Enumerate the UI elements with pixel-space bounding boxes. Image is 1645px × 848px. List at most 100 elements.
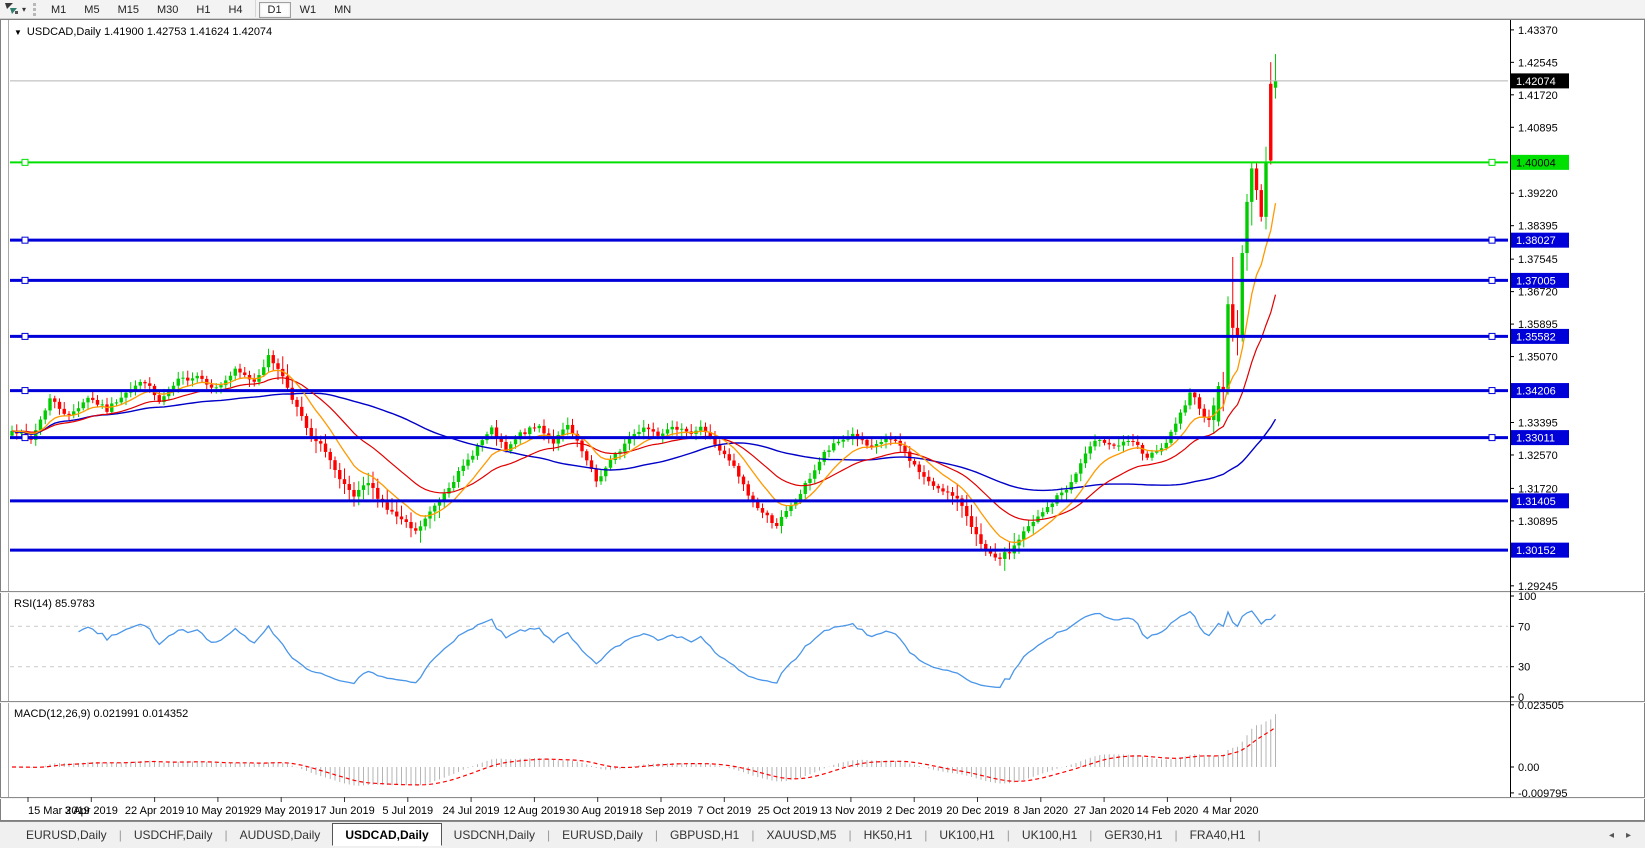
tab-gbpusd-h1[interactable]: GBPUSD,H1	[658, 825, 751, 845]
timeframe-m1-button[interactable]: M1	[42, 2, 75, 18]
candle-body	[842, 440, 845, 442]
hline-handle[interactable]	[1489, 159, 1495, 165]
hline-handle[interactable]	[22, 388, 28, 394]
tab-eurusd-daily[interactable]: EURUSD,Daily	[14, 825, 119, 845]
tab-usdcnh-daily[interactable]: USDCNH,Daily	[442, 825, 547, 845]
timeframe-w1-button[interactable]: W1	[291, 2, 326, 18]
candle-body	[414, 528, 417, 530]
candle-body	[295, 400, 298, 407]
tab-usdcad-daily[interactable]: USDCAD,Daily	[332, 823, 441, 846]
candle-body	[675, 427, 678, 430]
candle-body	[77, 408, 80, 411]
timeframe-h4-button[interactable]: H4	[219, 2, 251, 18]
candle-body	[124, 393, 127, 398]
hline-handle[interactable]	[22, 277, 28, 283]
date-label: 7 Oct 2019	[697, 805, 751, 817]
timeframe-h1-button[interactable]: H1	[187, 2, 219, 18]
candle-body	[1093, 441, 1096, 447]
candle-body	[181, 378, 184, 379]
timeframe-m5-button[interactable]: M5	[75, 2, 108, 18]
candle-body	[1274, 81, 1277, 88]
candle-body	[1269, 84, 1272, 161]
candle-body	[348, 484, 351, 490]
tab-xauusd-m5[interactable]: XAUUSD,M5	[754, 825, 848, 845]
tab-uk100-h1[interactable]: UK100,H1	[1010, 825, 1089, 845]
candle-body	[642, 428, 645, 432]
candle-body	[780, 517, 783, 526]
candle-body	[262, 367, 265, 375]
hline-handle[interactable]	[22, 237, 28, 243]
hline-handle[interactable]	[22, 159, 28, 165]
candle-body	[818, 462, 821, 471]
candle-body	[1241, 253, 1244, 338]
cursor-tool-icon[interactable]	[3, 2, 21, 17]
chart-window-border	[1, 20, 1645, 821]
cursor-tool-dropdown-icon[interactable]: ▾	[22, 2, 26, 17]
hline-handle[interactable]	[1489, 277, 1495, 283]
timeframe-buttons: M1M5M15M30H1H4 D1W1MN	[42, 0, 360, 18]
candle-body	[903, 446, 906, 452]
hline-handle[interactable]	[1489, 333, 1495, 339]
candle-body	[143, 382, 146, 383]
candle-body	[1003, 552, 1006, 559]
tab-eurusd-daily[interactable]: EURUSD,Daily	[550, 825, 655, 845]
candle-body	[970, 516, 973, 527]
candle-body	[1212, 405, 1215, 420]
candle-body	[1131, 441, 1134, 442]
candle-body	[238, 369, 241, 373]
timeframe-d1-button[interactable]: D1	[259, 2, 291, 18]
candle-body	[623, 444, 626, 452]
candle-body	[514, 439, 517, 444]
tab-audusd-daily[interactable]: AUDUSD,Daily	[228, 825, 333, 845]
candle-body	[1098, 440, 1101, 441]
tab-fra40-h1[interactable]: FRA40,H1	[1178, 825, 1258, 845]
timeframe-m15-button[interactable]: M15	[109, 2, 148, 18]
tab-usdchf-daily[interactable]: USDCHF,Daily	[122, 825, 225, 845]
candle-body	[1260, 190, 1263, 217]
tab-ger30-h1[interactable]: GER30,H1	[1092, 825, 1174, 845]
candle-body	[63, 409, 66, 414]
hline-handle[interactable]	[1489, 435, 1495, 441]
candle-body	[343, 479, 346, 484]
candle-body	[1041, 512, 1044, 516]
tab-hk50-h1[interactable]: HK50,H1	[852, 825, 925, 845]
candle-body	[1155, 451, 1158, 452]
tab-separator: |	[1258, 828, 1261, 842]
tabs-scroll-right-icon[interactable]: ▸	[1620, 830, 1637, 841]
hline-handle[interactable]	[1489, 237, 1495, 243]
date-label: 27 Jan 2020	[1074, 805, 1135, 817]
hline-1.31405-badge: 1.31405	[1516, 496, 1556, 508]
candle-body	[766, 513, 769, 516]
rsi-line	[79, 611, 1276, 687]
timeframe-m30-button[interactable]: M30	[148, 2, 187, 18]
candle-body	[371, 483, 374, 488]
candle-body	[172, 386, 175, 390]
candle-body	[481, 440, 484, 445]
hline-handle[interactable]	[1489, 388, 1495, 394]
candle-body	[599, 476, 602, 481]
hline-handle[interactable]	[22, 333, 28, 339]
tabs-scroll-left-icon[interactable]: ◂	[1603, 830, 1620, 841]
timeframe-mn-button[interactable]: MN	[325, 2, 360, 18]
candle-body	[1051, 504, 1054, 507]
candle-body	[1027, 526, 1030, 531]
candle-body	[409, 522, 412, 528]
toolbar-separator	[255, 0, 256, 17]
date-label: 25 Oct 2019	[758, 805, 818, 817]
date-axis[interactable]: 15 Mar 20193 Apr 201922 Apr 201910 May 2…	[28, 797, 1259, 817]
candle-body	[666, 429, 669, 433]
tab-uk100-h1[interactable]: UK100,H1	[927, 825, 1006, 845]
candle-body	[728, 454, 731, 460]
chart-title-caret-icon[interactable]: ▼	[14, 28, 22, 37]
candle-body	[1074, 474, 1077, 482]
macd-layer	[12, 714, 1276, 786]
candle-body	[352, 490, 355, 497]
candle-body	[476, 445, 479, 456]
candle-body	[1079, 463, 1082, 473]
price-axis[interactable]: 1.433701.425451.417201.408951.392201.383…	[1510, 25, 1568, 800]
candle-body	[1203, 409, 1206, 417]
hline-handle[interactable]	[22, 435, 28, 441]
candle-body	[785, 511, 788, 517]
candle-body	[1136, 442, 1139, 445]
chart-canvas[interactable]: 1.433701.425451.417201.408951.392201.383…	[0, 19, 1645, 821]
